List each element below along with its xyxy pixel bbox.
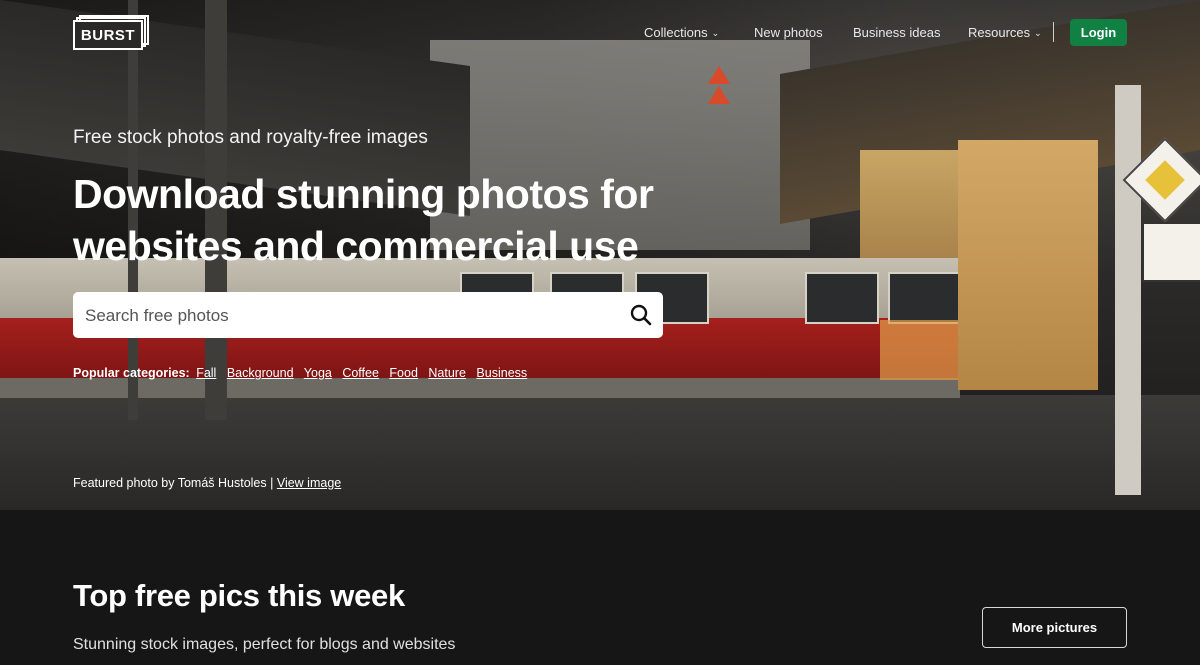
nav-business-ideas[interactable]: Business ideas [853,25,940,40]
photo-credit-text: Featured photo by Tomáš Hustoles | [73,476,274,490]
popular-categories: Popular categories: Fall Background Yoga… [73,366,534,380]
popular-categories-label: Popular categories: [73,366,190,380]
more-pictures-button[interactable]: More pictures [982,607,1127,648]
nav-collections[interactable]: Collections ⌄ [644,25,719,40]
category-link-background[interactable]: Background [227,366,294,380]
photo-wooden-booth [958,140,1098,390]
category-link-nature[interactable]: Nature [428,366,466,380]
nav-divider [1053,22,1054,42]
category-link-business[interactable]: Business [476,366,527,380]
hero-headline: Download stunning photos for websites an… [73,171,654,269]
photo-tram-window [805,272,879,324]
photo-tram-lower [0,378,960,398]
photo-sunlight [880,320,960,380]
search-input[interactable] [83,292,607,340]
login-button[interactable]: Login [1070,19,1127,46]
section-title: Top free pics this week [73,578,405,613]
chevron-down-icon: ⌄ [711,28,720,38]
search-icon[interactable] [629,303,653,327]
photo-warning-sign [708,66,730,84]
photo-ground [0,395,1200,510]
view-image-link[interactable]: View image [277,476,341,490]
photo-warning-sign [708,86,730,104]
nav-resources[interactable]: Resources ⌄ [968,25,1042,40]
photo-signpost [1115,85,1141,495]
photo-credit: Featured photo by Tomáš Hustoles | View … [73,476,341,490]
category-link-fall[interactable]: Fall [196,366,216,380]
chevron-down-icon: ⌄ [1034,28,1042,38]
hero-kicker: Free stock photos and royalty-free image… [73,127,428,148]
photo-tram-window [888,272,962,324]
category-link-food[interactable]: Food [389,366,418,380]
logo-text: BURST [73,20,143,50]
photo-road-sign [1142,222,1200,282]
burst-logo[interactable]: BURST [73,15,149,50]
category-link-coffee[interactable]: Coffee [342,366,379,380]
section-subtitle: Stunning stock images, perfect for blogs… [73,636,456,653]
category-link-yoga[interactable]: Yoga [304,366,332,380]
nav-new-photos[interactable]: New photos [754,25,823,40]
search-bar [73,292,663,340]
